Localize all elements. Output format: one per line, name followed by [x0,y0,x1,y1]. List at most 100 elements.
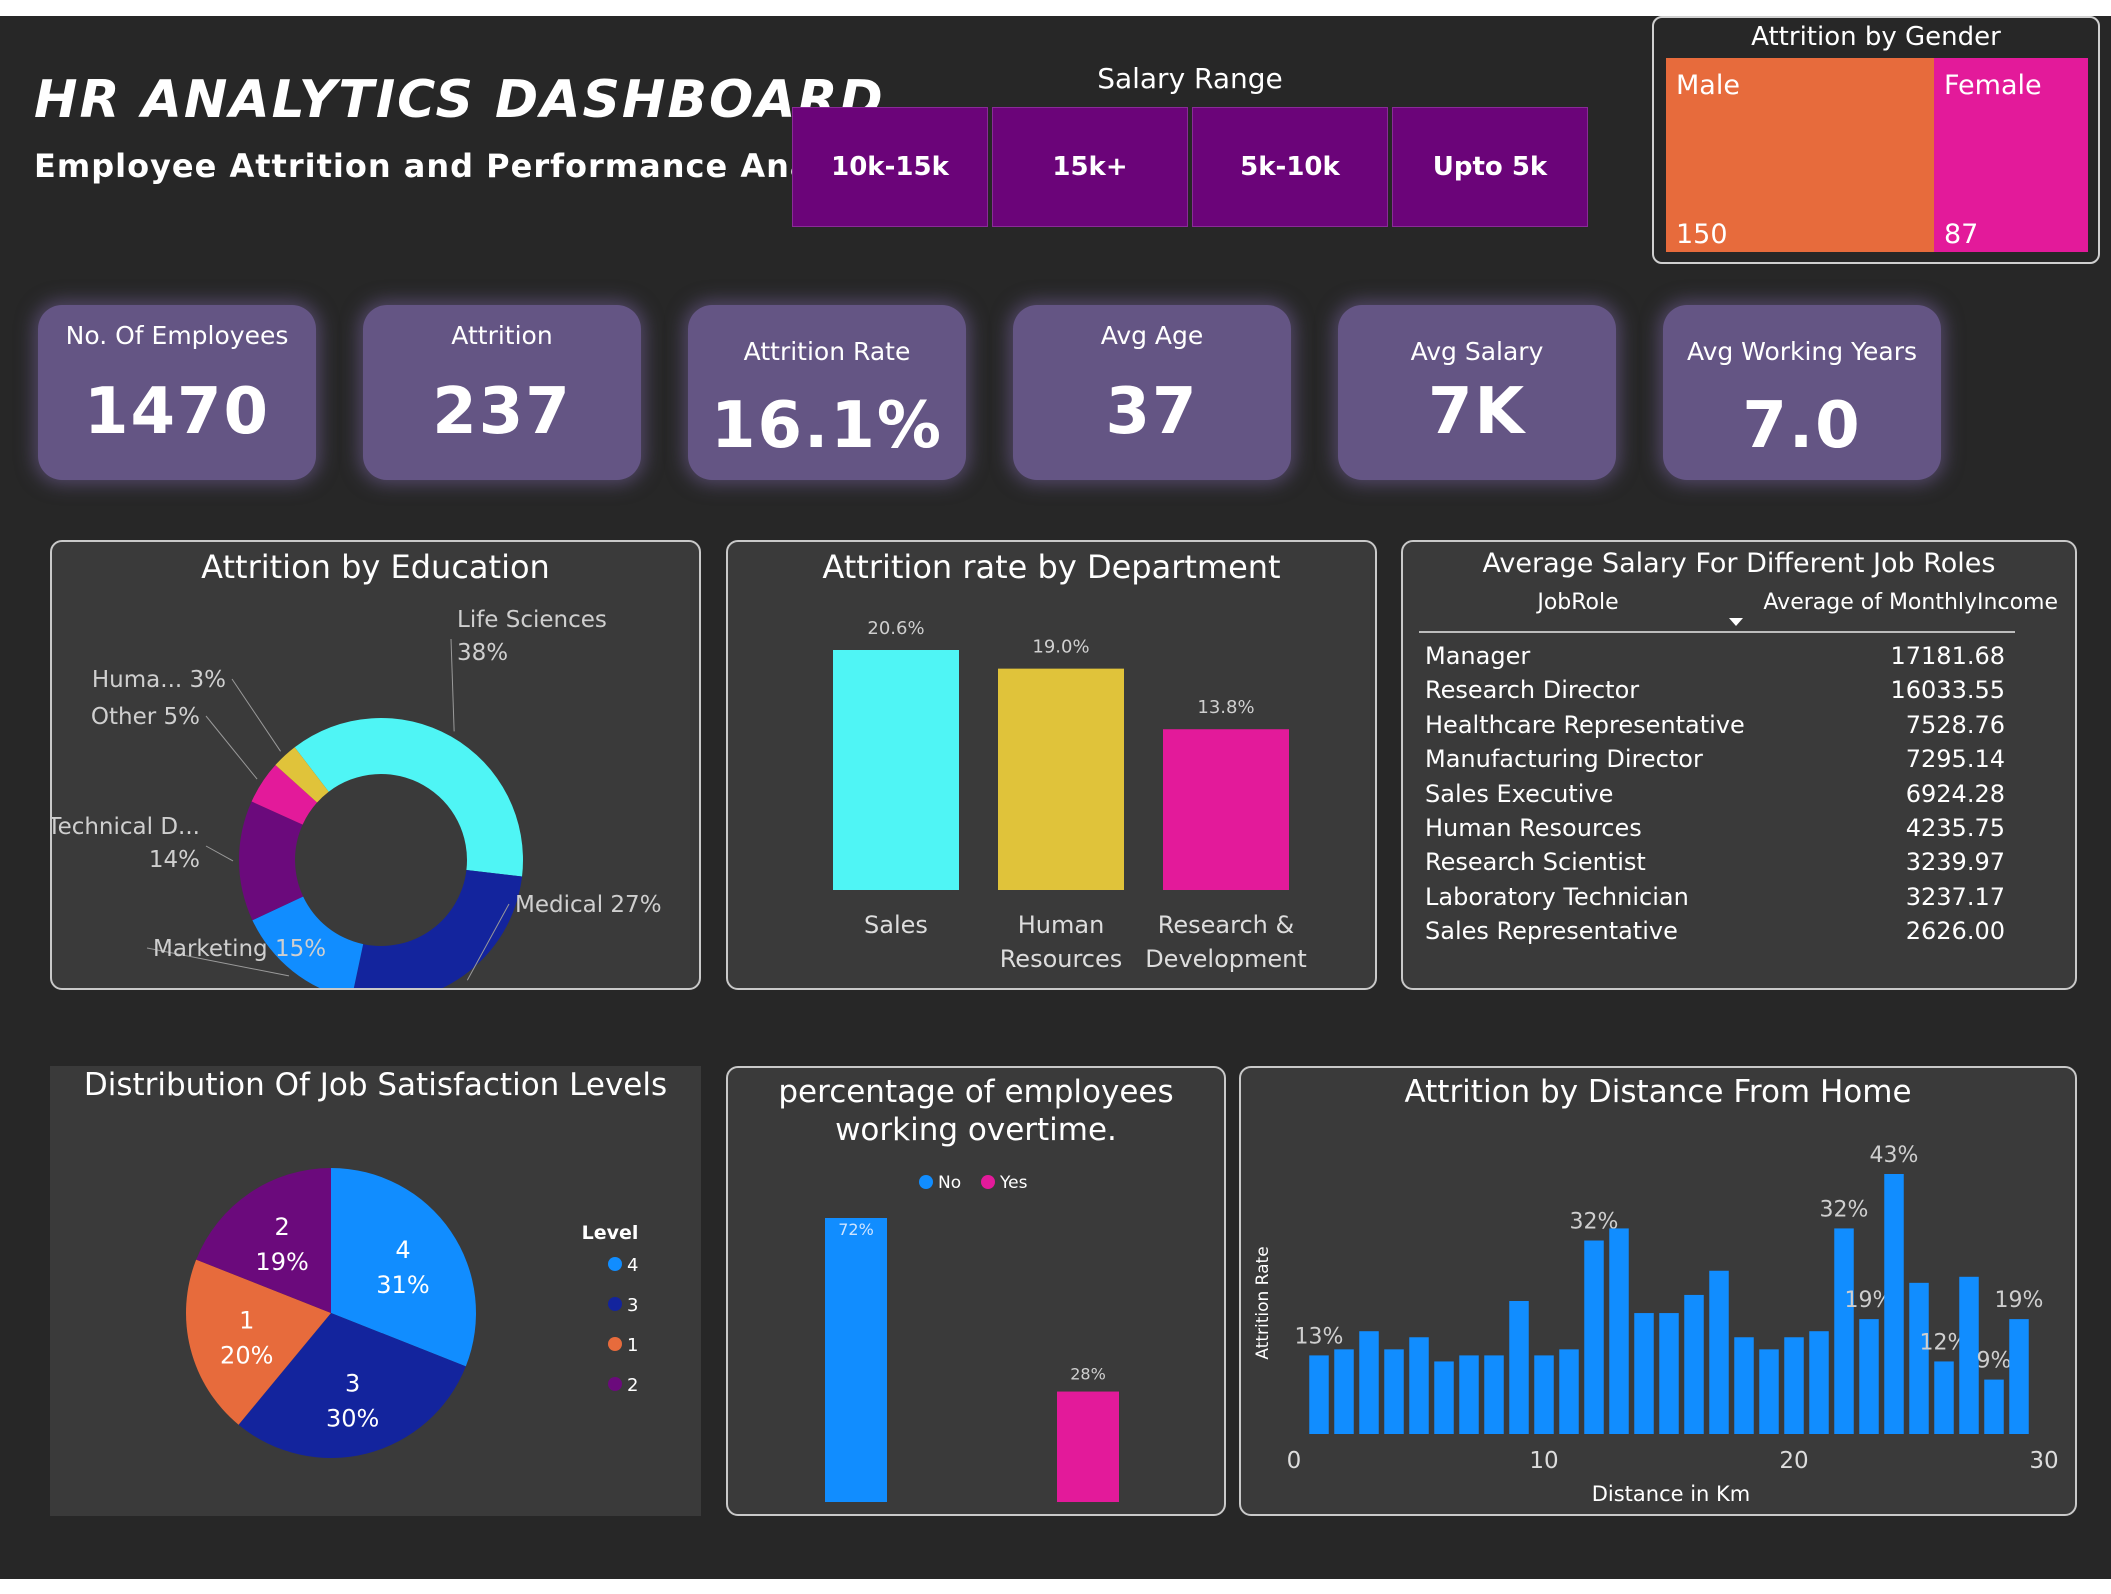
y-axis-label: Attrition Rate [1253,1246,1273,1359]
bar-research-development [1163,729,1289,890]
x-axis-label: Distance in Km [1592,1482,1751,1506]
table-row[interactable]: Research Scientist 3239.97 [1425,848,2005,882]
legend-label: Yes [999,1173,1028,1193]
category-tick-label: Resources [1000,945,1123,973]
treemap-tile-label: Male [1676,70,1740,101]
table-header-jobrole[interactable]: JobRole [1453,590,1703,615]
cell-jobrole: Laboratory Technician [1425,882,1689,911]
legend-title: Level [582,1222,639,1244]
legend-label: 4 [627,1255,638,1276]
slicer-option-5k-10k[interactable]: 5k-10k [1192,107,1388,227]
bar-overtime-yes [1057,1391,1119,1502]
cell-income: 7295.14 [1905,745,2005,774]
donut-leader-line [450,638,455,732]
bar-distance-29 [2009,1319,2029,1434]
bar-distance-23 [1859,1319,1879,1434]
bar-distance-1 [1309,1355,1329,1434]
bar-distance-19 [1759,1349,1779,1434]
bar-sales [833,650,959,890]
legend-marker [608,1337,622,1351]
bar-data-label: 20.6% [867,618,924,639]
table-row[interactable]: Sales Executive 6924.28 [1425,780,2005,814]
kpi-card-avg-age: Avg Age 37 [1013,305,1291,480]
pie-percent-label: 31% [376,1271,429,1299]
slicer-option-upto-5k[interactable]: Upto 5k [1392,107,1588,227]
page-title: HR ANALYTICS DASHBOARD [34,70,885,130]
cell-jobrole: Manager [1425,642,1531,670]
kpi-card-attrition-rate: Attrition Rate 16.1% [688,305,966,480]
table-row[interactable]: Manager 17181.68 [1425,642,2005,676]
bar-data-label: 43% [1870,1143,1919,1168]
bar-distance-12 [1584,1240,1604,1434]
treemap-tile-value: 87 [1944,219,1979,250]
kpi-label: Avg Salary [1410,337,1544,366]
donut-leader-line [231,678,281,752]
donut-data-label: 14% [149,847,200,873]
cell-jobrole: Sales Representative [1425,917,1678,946]
bar-distance-7 [1459,1355,1479,1434]
bar-distance-8 [1484,1355,1504,1434]
kpi-label: Avg Age [1100,321,1204,350]
kpi-label: Avg Working Years [1686,337,1918,366]
bar-distance-5 [1409,1337,1429,1434]
donut-data-label: 38% [457,640,508,666]
kpi-card-employees: No. Of Employees 1470 [38,305,316,480]
donut-data-label: Marketing 15% [153,936,326,962]
donut-leader-line [205,845,234,862]
x-tick-label: 30 [2029,1448,2058,1474]
bar-data-label: 13% [1295,1324,1344,1349]
table-row[interactable]: Research Director 16033.55 [1425,676,2005,710]
table-header-income[interactable]: Average of MonthlyIncome [1728,590,2058,615]
legend-marker [608,1257,622,1271]
slicer-option-10k-15k[interactable]: 10k-15k [792,107,988,227]
category-tick-label: Research & [1158,911,1294,939]
cell-income: 6924.28 [1905,779,2005,808]
pie-percent-label: 19% [255,1248,308,1276]
table-row[interactable]: Human Resources 4235.75 [1425,814,2005,848]
table-row[interactable]: Manufacturing Director 7295.14 [1425,745,2005,779]
department-bar-chart: 20.6% Sales 19.0% Human Resources 13.8% Resear… [833,618,1307,973]
bar-human-resources [998,668,1124,890]
donut-leader-line [205,715,258,780]
donut-data-label: Medical 27% [515,892,662,918]
kpi-value: 16.1% [710,389,944,463]
treemap-tile-male[interactable]: Male 150 [1666,58,1934,252]
distance-chart-panel: Attrition by Distance From Home 13% 32% 32… [1239,1066,2077,1516]
kpi-label: Attrition [451,321,553,350]
kpi-value: 37 [1105,375,1199,449]
table-row[interactable]: Healthcare Representative 7528.76 [1425,711,2005,745]
bar-distance-18 [1734,1337,1754,1434]
slicer-option-15k-plus[interactable]: 15k+ [992,107,1188,227]
legend-label: 2 [627,1375,638,1396]
donut-data-label: Technical D... [52,814,200,840]
overtime-bar-chart: No Yes 72% 28% [825,1173,1119,1502]
sort-desc-icon[interactable] [1729,618,1743,626]
overtime-chart-panel: percentage of employees working overtime… [726,1066,1226,1516]
cell-jobrole: Sales Executive [1425,779,1614,808]
bar-distance-24 [1884,1174,1904,1434]
bar-distance-13 [1609,1228,1629,1434]
category-tick-label: Sales [864,911,928,939]
treemap-tile-female[interactable]: Female 87 [1934,58,2088,252]
satisfaction-pie-chart: 4 31% 3 30% 1 20% 2 19% Level 4 3 1 2 [185,1168,639,1458]
bar-distance-21 [1809,1331,1829,1434]
donut-data-label: Other 5% [91,704,200,730]
bar-data-label: 72% [838,1220,874,1239]
cell-jobrole: Research Scientist [1425,848,1646,877]
x-tick-label: 10 [1529,1448,1558,1474]
bar-distance-20 [1784,1337,1804,1434]
department-chart-panel: Attrition rate by Department 20.6% Sales 1… [726,540,1377,990]
kpi-value: 7K [1427,375,1527,449]
table-row[interactable]: Sales Representative 2626.00 [1425,917,2005,951]
kpi-label: Attrition Rate [743,337,911,366]
table-header-divider [1419,631,2015,633]
cell-income: 3239.97 [1905,848,2005,877]
bar-distance-4 [1384,1349,1404,1434]
bar-distance-9 [1509,1300,1529,1434]
cell-jobrole: Healthcare Representative [1425,710,1745,739]
legend-label: No [938,1173,961,1193]
treemap-tile-label: Female [1944,70,2042,101]
cell-jobrole: Manufacturing Director [1425,745,1703,774]
table-row[interactable]: Laboratory Technician 3237.17 [1425,883,2005,917]
pie-category-label: 4 [395,1236,410,1264]
